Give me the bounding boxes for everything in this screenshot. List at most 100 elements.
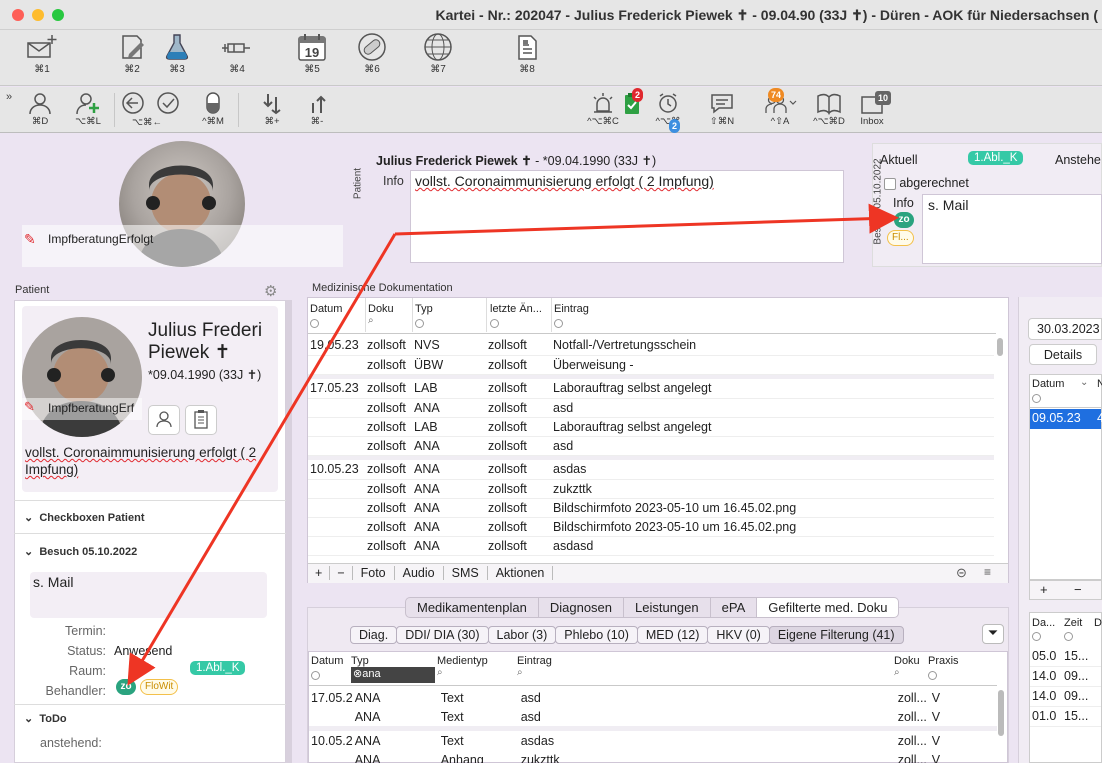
table-row[interactable]: zollsoft ANA zollsoft Bildschirmfoto 2023-0…: [308, 498, 994, 517]
col-eintrag[interactable]: Eintrag: [554, 303, 589, 315]
toolbar-book-button[interactable]: ^⌥⌘D: [806, 91, 852, 127]
filter-datum[interactable]: [311, 671, 320, 680]
filter-zeit[interactable]: [1064, 632, 1073, 641]
toolbar-person-add-button[interactable]: ⌥⌘L: [68, 91, 108, 127]
med-doc-button-5[interactable]: Aktionen: [488, 566, 554, 580]
behandler-flo-badge[interactable]: Fl...: [887, 230, 914, 246]
filter-chip-3[interactable]: Phlebo (10): [555, 626, 638, 644]
toolbar-person-button[interactable]: ⌘D: [20, 91, 60, 127]
minimize-window-button[interactable]: [32, 9, 44, 21]
col-doku[interactable]: Doku: [368, 303, 394, 315]
tab-3[interactable]: ePA: [709, 597, 758, 618]
toolbar-inbox-button[interactable]: Inbox 10: [852, 91, 892, 127]
zoom-window-button[interactable]: [52, 9, 64, 21]
date-field[interactable]: 30.03.2023: [1028, 318, 1102, 340]
col-d[interactable]: D: [1094, 617, 1102, 629]
filter-chip-1[interactable]: DDI/ DIA (30): [396, 626, 489, 644]
filter-funnel-icon[interactable]: ⏷: [982, 624, 1004, 644]
remove-button[interactable]: −: [1074, 582, 1082, 597]
toolbar-syringe-button[interactable]: ⌘4: [217, 32, 257, 75]
patient-clipboard-button[interactable]: [185, 405, 217, 435]
list-item[interactable]: 01.0 15...: [1030, 707, 1101, 727]
sidebar-scrollbar[interactable]: [286, 300, 292, 763]
behandler-zo-badge[interactable]: zo: [116, 679, 136, 695]
col-eintrag[interactable]: Eintrag: [517, 655, 552, 667]
table-row[interactable]: 10.05.23 zollsoft ANA zollsoft asdas: [308, 460, 994, 479]
settings-gear-icon[interactable]: ⚙: [264, 282, 277, 300]
list-item[interactable]: 14.0 09...: [1030, 667, 1101, 687]
toolbar-document-edit-button[interactable]: ⌘2: [112, 32, 152, 75]
toolbar-pill-button[interactable]: ⌘6: [352, 32, 392, 75]
col-doku[interactable]: Doku: [894, 655, 920, 667]
add-button[interactable]: +: [1040, 582, 1048, 597]
table-row[interactable]: zollsoft ANA zollsoft zukzttk: [308, 479, 994, 498]
raum-pill[interactable]: 1.Abl._K: [190, 661, 246, 675]
table-row[interactable]: 19.05.23 zollsoft NVS zollsoft Notfall-/Vert…: [308, 336, 994, 355]
col-typ[interactable]: Typ: [415, 303, 433, 315]
table-row[interactable]: 17.05.2 ANA Text asd zoll... V: [309, 688, 997, 707]
filter-eintrag[interactable]: [554, 319, 563, 328]
col-medientyp[interactable]: Medientyp: [437, 655, 488, 667]
med-doc-scrollbar[interactable]: [997, 336, 1005, 562]
toolbar-pill-half-button[interactable]: ^⌘M: [193, 91, 233, 127]
tab-1[interactable]: Diagnosen: [537, 597, 625, 618]
table-row[interactable]: zollsoft ANA zollsoft asd: [308, 398, 994, 417]
behandler-zo-badge[interactable]: zo: [894, 212, 914, 228]
toolbar-check-button[interactable]: [148, 91, 188, 115]
filter-letzte[interactable]: [490, 319, 499, 328]
filter-praxis[interactable]: [928, 671, 937, 680]
table-row[interactable]: zollsoft ANA zollsoft asdasd: [308, 536, 994, 555]
tab-2[interactable]: Leistungen: [623, 597, 711, 618]
filter-chip-0[interactable]: Diag.: [350, 626, 398, 644]
behandler-flo-badge[interactable]: FloWit: [140, 679, 179, 695]
col-date[interactable]: Da...: [1032, 617, 1055, 629]
toolbar-calendar-button[interactable]: 19 ⌘5: [292, 32, 332, 75]
table-row[interactable]: ANA Text asd zoll... V: [309, 707, 997, 726]
search-icon[interactable]: ⌕: [437, 667, 443, 678]
room-pill[interactable]: 1.Abl._K: [968, 151, 1024, 165]
med-doc-button-4[interactable]: SMS: [444, 566, 488, 580]
tab-0[interactable]: Medikamentenplan: [405, 597, 539, 618]
filter-chip-4[interactable]: MED (12): [636, 626, 709, 644]
filter-chip-5[interactable]: HKV (0): [707, 626, 770, 644]
table-row[interactable]: zollsoft LAB zollsoft Laborauftrag selbst a…: [308, 417, 994, 436]
filter-chip-2[interactable]: Labor (3): [487, 626, 557, 644]
section-todo[interactable]: ⌄ ToDo: [14, 712, 282, 725]
table-row[interactable]: zollsoft ANA zollsoft Bildschirmfoto 2023-0…: [308, 517, 994, 536]
toolbar-globe-button[interactable]: ⌘7: [418, 32, 458, 75]
col-datum[interactable]: Datum: [310, 303, 342, 315]
filter-chip-6[interactable]: Eigene Filterung (41): [768, 626, 904, 644]
more-options-icon[interactable]: ⊝: [956, 565, 967, 581]
toolbar-alarm-clock-button[interactable]: ^⌥⌘ 2: [645, 91, 691, 133]
besuch-note[interactable]: s. Mail: [30, 572, 267, 618]
overflow-chevron-icon[interactable]: »: [6, 91, 12, 103]
table-row[interactable]: ANA Anhang zukzttk zoll... V: [309, 750, 997, 763]
filter-date[interactable]: [1032, 632, 1041, 641]
table-row[interactable]: 17.05.23 zollsoft LAB zollsoft Laborauftrag …: [308, 379, 994, 398]
toolbar-mail-add-button[interactable]: ⌘1: [22, 32, 62, 75]
table-row[interactable]: 10.05.2 ANA Text asdas zoll... V: [309, 731, 997, 750]
section-checkboxen[interactable]: ⌄ Checkboxen Patient: [14, 511, 282, 524]
filter-datum[interactable]: [1032, 394, 1041, 403]
filter-datum[interactable]: [310, 319, 319, 328]
visit-info-textarea[interactable]: s. Mail: [922, 194, 1102, 264]
table-row[interactable]: zollsoft ÜBW zollsoft Überweisung -: [308, 355, 994, 374]
med-doc-button-2[interactable]: Foto: [353, 566, 395, 580]
abgerechnet-checkbox[interactable]: abgerechnet: [884, 176, 969, 190]
search-icon[interactable]: ⌕: [368, 315, 374, 326]
list-item[interactable]: 05.0 15...: [1030, 647, 1101, 667]
col-letzte[interactable]: letzte Än...: [490, 303, 542, 315]
search-icon[interactable]: ⌕: [517, 667, 523, 678]
med-doc-button-1[interactable]: −: [330, 566, 353, 580]
chevron-down-icon[interactable]: ⌄: [1080, 377, 1088, 388]
col-datum[interactable]: Datum: [1032, 378, 1064, 390]
toolbar-sort-down-button[interactable]: ⌘+: [252, 91, 292, 127]
col-n[interactable]: N: [1097, 378, 1102, 390]
search-icon[interactable]: ⌕: [894, 667, 900, 678]
toolbar-message-button[interactable]: ⇧⌘N: [700, 91, 744, 127]
status-value[interactable]: Anwesend: [114, 644, 172, 658]
patient-info-textarea[interactable]: vollst. Coronaimmunisierung erfolgt ( 2 …: [410, 170, 844, 263]
list-item[interactable]: 14.0 09...: [1030, 687, 1101, 707]
col-datum[interactable]: Datum: [311, 655, 343, 667]
filter-typ[interactable]: [415, 319, 424, 328]
